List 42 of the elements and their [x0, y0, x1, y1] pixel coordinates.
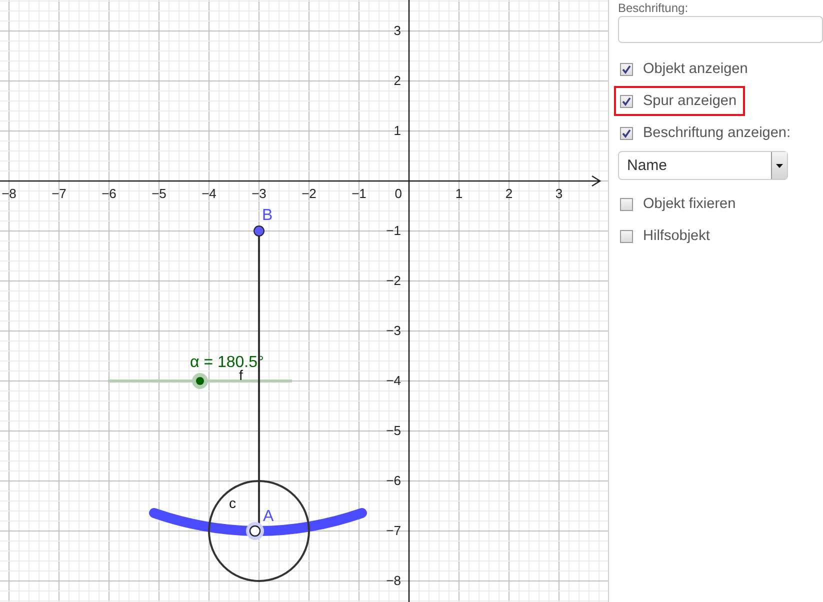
- axis-label: −4: [202, 186, 216, 201]
- axis-label: 3: [394, 23, 401, 38]
- axis-label: −4: [386, 373, 401, 388]
- axis-label: −7: [386, 523, 401, 538]
- checkbox-option[interactable]: Objekt fixieren: [614, 189, 744, 219]
- checkbox-option[interactable]: Spur anzeigen: [614, 86, 745, 116]
- caption-field[interactable]: [618, 16, 823, 43]
- caption-label: Beschriftung:: [618, 1, 688, 15]
- axis-label: −7: [52, 186, 66, 201]
- axis-label: −6: [386, 473, 401, 488]
- axis-label: −3: [252, 186, 266, 201]
- axis-label: 1: [455, 186, 463, 201]
- checkbox-option[interactable]: Hilfsobjekt: [614, 221, 718, 251]
- axis-label: −1: [386, 223, 401, 238]
- point[interactable]: [249, 525, 261, 537]
- checkbox[interactable]: [620, 94, 633, 108]
- checkbox-option[interactable]: Objekt anzeigen: [614, 54, 756, 84]
- point-label: A: [263, 508, 274, 525]
- caption-dropdown[interactable]: Name: [618, 151, 788, 180]
- checkbox[interactable]: [620, 230, 633, 242]
- axis-label: −5: [386, 423, 401, 438]
- axis-label: −2: [302, 186, 316, 201]
- axis-label: 0: [394, 186, 402, 201]
- axis-label: 1: [394, 123, 401, 138]
- checkbox[interactable]: [620, 126, 633, 140]
- checkbox[interactable]: [620, 62, 633, 76]
- slider-thumb[interactable]: [192, 373, 208, 389]
- checkbox-option[interactable]: Beschriftung anzeigen:: [614, 118, 799, 148]
- axis-label: −6: [102, 186, 116, 201]
- axis-label: −5: [152, 186, 166, 201]
- axis-label: −1: [352, 186, 366, 201]
- axis-label: −3: [386, 323, 401, 338]
- axis-label: 3: [555, 186, 563, 201]
- segment-label: f: [239, 367, 243, 383]
- axis-label: −8: [2, 186, 16, 201]
- axis-label: −2: [386, 273, 401, 288]
- point-label: B: [262, 207, 273, 224]
- checkbox[interactable]: [620, 198, 633, 210]
- axis-label: 2: [505, 186, 513, 201]
- axis-label: −8: [386, 573, 401, 588]
- circle-label: c: [229, 495, 236, 511]
- axis-label: 2: [394, 73, 401, 88]
